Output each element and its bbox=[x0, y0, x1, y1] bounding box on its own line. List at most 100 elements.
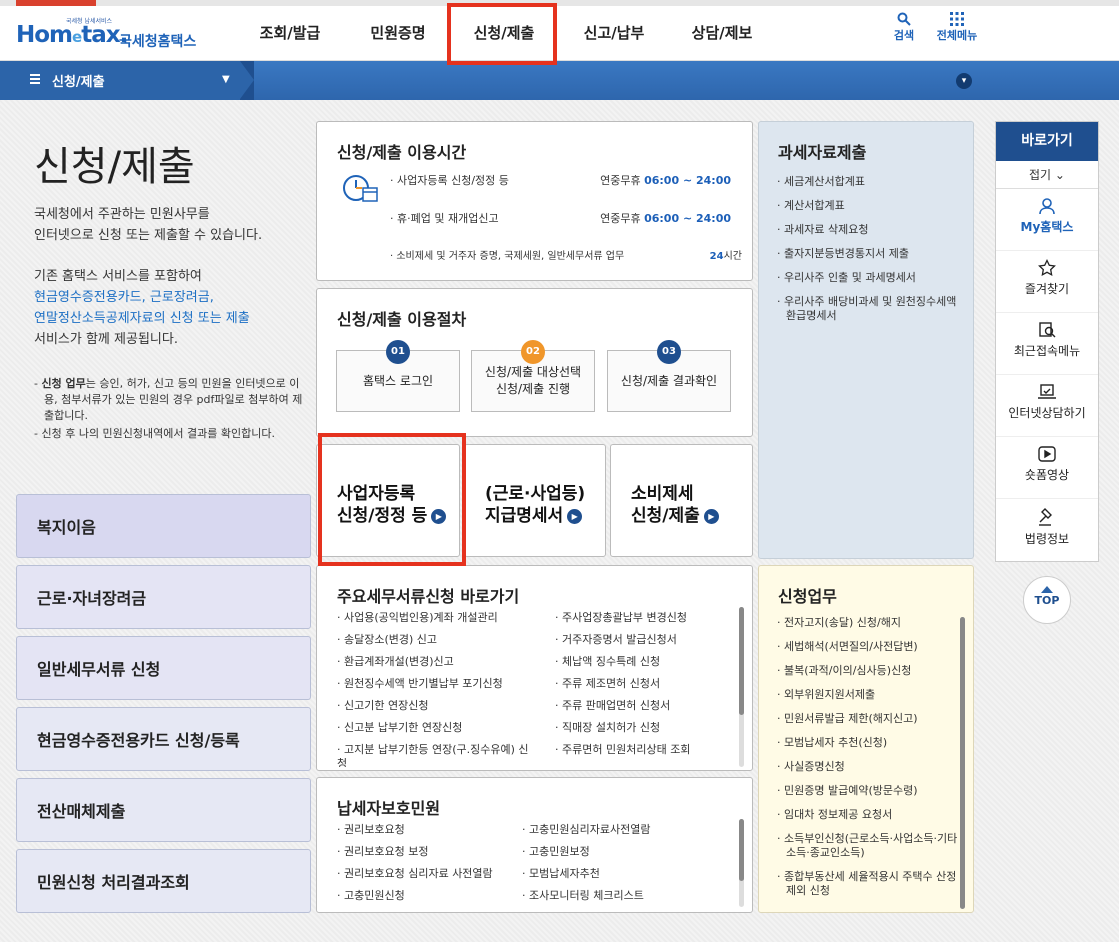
navbar-menu-toggle[interactable]: 신청/제출 ▼ bbox=[0, 61, 254, 100]
apply-scrollbar[interactable] bbox=[960, 617, 965, 909]
protection-link[interactable]: · 고충민원보정 bbox=[522, 841, 732, 863]
doc-link[interactable]: · 송달장소(변경) 신고 bbox=[337, 629, 537, 651]
left-menu-cash-receipt[interactable]: 현금영수증전용카드 신청/등록 bbox=[16, 707, 311, 771]
doc-link[interactable]: · 고지분 납부기한등 연장(구.징수유예) 신청 bbox=[337, 743, 537, 767]
search-button[interactable]: 검색 bbox=[884, 12, 924, 43]
doc-link[interactable]: · 사업용(공익법인용)계좌 개설관리 bbox=[337, 607, 537, 629]
play-icon bbox=[1038, 446, 1056, 462]
protection-link[interactable]: · 모범납세자추천 bbox=[522, 863, 732, 885]
protection-scrollbar[interactable] bbox=[739, 819, 744, 907]
chevron-down-icon[interactable]: ▾ bbox=[956, 73, 972, 89]
logo-wordmark: Hometax. bbox=[16, 22, 128, 48]
doc-link[interactable]: · 환급계좌개설(변경)신고 bbox=[337, 651, 537, 673]
apply-item[interactable]: · 종합부동산세 세율적용시 주택수 산정제외 신청 bbox=[777, 870, 961, 898]
procedure-title: 신청/제출 이용절차 bbox=[337, 310, 467, 329]
doc-link[interactable]: · 주류 판매업면허 신청서 bbox=[555, 695, 735, 717]
apply-item[interactable]: · 사실증명신청 bbox=[777, 755, 961, 779]
quick-shortform-video[interactable]: 숏폼영상 bbox=[996, 437, 1098, 499]
chevron-down-icon: ⌄ bbox=[1054, 168, 1065, 182]
quick-online-consult[interactable]: 인터넷상담하기 bbox=[996, 375, 1098, 437]
tax-data-item[interactable]: · 우리사주 인출 및 과세명세서 bbox=[777, 266, 969, 290]
doc-link[interactable]: · 체납액 징수특례 신청 bbox=[555, 651, 735, 673]
recent-search-icon bbox=[1039, 322, 1056, 338]
doc-link[interactable]: · 거주자증명서 발급신청서 bbox=[555, 629, 735, 651]
gnb-inquiry[interactable]: 조회/발급 bbox=[250, 6, 330, 61]
apply-item[interactable]: · 모범납세자 추천(신청) bbox=[777, 731, 961, 755]
apply-item[interactable]: · 전자고지(송달) 신청/해지 bbox=[777, 611, 961, 635]
quick-my-hometax[interactable]: My홈택스 bbox=[996, 189, 1098, 251]
tax-data-title: 과세자료제출 bbox=[778, 143, 867, 162]
apply-item[interactable]: · 민원증명 발급예약(방문수령) bbox=[777, 779, 961, 803]
doc-link[interactable]: · 주류면허 민원처리상태 조회 bbox=[555, 739, 735, 761]
apply-item[interactable]: · 외부위원지원서제출 bbox=[777, 683, 961, 707]
hours-row-1-time: 연중무휴 06:00 ~ 24:00 bbox=[600, 174, 731, 187]
doc-link[interactable]: · 원천징수세액 반기별납부 포기신청 bbox=[337, 673, 537, 695]
apply-list: · 전자고지(송달) 신청/해지 · 세법해석(서면질의/사전답변) · 불복(… bbox=[777, 611, 961, 911]
hours-row-3-time: 24시간 bbox=[709, 251, 742, 262]
protection-link[interactable]: · 고충민원신청 bbox=[337, 885, 517, 907]
all-menu-label: 전체메뉴 bbox=[936, 29, 978, 42]
quick-law-info[interactable]: 법령정보 bbox=[996, 499, 1098, 561]
left-menu-result-inquiry[interactable]: 민원신청 처리결과조회 bbox=[16, 849, 311, 913]
logo-korean: 국세청홈택스 bbox=[119, 34, 197, 50]
left-menu-general-docs[interactable]: 일반세무서류 신청 bbox=[16, 636, 311, 700]
left-menu-electronic-media[interactable]: 전산매체제출 bbox=[16, 778, 311, 842]
apply-item[interactable]: · 민원서류발급 제한(해지신고) bbox=[777, 707, 961, 731]
clock-calendar-icon bbox=[343, 175, 378, 202]
tax-data-item[interactable]: · 세금계산서합계표 bbox=[777, 170, 969, 194]
hometax-logo[interactable]: 국세청 납세서비스 Hometax. 국세청홈택스 bbox=[16, 16, 206, 52]
hamburger-icon bbox=[30, 74, 40, 84]
fold-button[interactable]: 접기 ⌄ bbox=[996, 161, 1098, 189]
doc-link[interactable]: · 신고분 납부기한 연장신청 bbox=[337, 717, 537, 739]
consumption-tax-button[interactable]: 소비제세 신청/제출 ▶ bbox=[610, 444, 753, 557]
tax-data-item[interactable]: · 계산서합계표 bbox=[777, 194, 969, 218]
protection-link[interactable]: · 권리보호요청 bbox=[337, 819, 517, 841]
protection-link[interactable]: · 조사모니터링 체크리스트 bbox=[522, 885, 732, 907]
quick-recent-menu[interactable]: 최근접속메뉴 bbox=[996, 313, 1098, 375]
doc-link[interactable]: · 주사업장총괄납부 변경신청 bbox=[555, 607, 735, 629]
arrow-right-icon: ▶ bbox=[567, 508, 583, 524]
quick-menu-title: 바로가기 bbox=[996, 122, 1098, 161]
all-menu-button[interactable]: 전체메뉴 bbox=[934, 12, 980, 43]
highlight-box bbox=[318, 433, 466, 566]
triangle-up-icon bbox=[1041, 586, 1053, 593]
scroll-top-button[interactable]: TOP bbox=[1023, 576, 1071, 624]
protection-link[interactable]: · 권리보호요청 보정 bbox=[337, 841, 517, 863]
quick-menu: 바로가기 접기 ⌄ My홈택스 즐겨찾기 최근접속메뉴 인터넷상담하기 숏폼영상… bbox=[995, 121, 1099, 562]
protection-link[interactable]: · 권리보호요청 심리자료 사전열람 bbox=[337, 863, 517, 885]
protection-col-1: · 권리보호요청 · 권리보호요청 보정 · 권리보호요청 심리자료 사전열람 … bbox=[337, 819, 517, 907]
hours-row-3-label: · 소비제세 및 거주자 증명, 국제세원, 일반세무서류 업무 bbox=[390, 251, 625, 262]
star-icon bbox=[1038, 259, 1056, 277]
tax-data-item[interactable]: · 출자지분등변경통지서 제출 bbox=[777, 242, 969, 266]
protection-link[interactable]: · 고충민원심리자료사전열람 bbox=[522, 819, 732, 841]
page-description-2: 기존 홈택스 서비스를 포함하여 현금영수증전용카드, 근로장려금, 연말정산소… bbox=[34, 269, 250, 347]
step-2-number: 02 bbox=[521, 340, 545, 364]
main-docs-title: 주요세무서류신청 바로가기 bbox=[337, 587, 520, 606]
gnb-report-pay[interactable]: 신고/납부 bbox=[572, 6, 656, 61]
doc-link[interactable]: · 주류 제조면허 신청서 bbox=[555, 673, 735, 695]
caret-down-icon: ▼ bbox=[222, 74, 230, 85]
page-title: 신청/제출 bbox=[34, 144, 195, 190]
apply-item[interactable]: · 불복(과적/이의/심사등)신청 bbox=[777, 659, 961, 683]
apply-item[interactable]: · 임대차 정보제공 요청서 bbox=[777, 803, 961, 827]
left-menu-welfare[interactable]: 복지이음 bbox=[16, 494, 311, 558]
laptop-icon bbox=[1038, 384, 1056, 399]
doc-link[interactable]: · 신고기한 연장신청 bbox=[337, 695, 537, 717]
doc-link[interactable]: · 직매장 설치허가 신청 bbox=[555, 717, 735, 739]
tax-data-item[interactable]: · 과세자료 삭제요청 bbox=[777, 218, 969, 242]
search-label: 검색 bbox=[893, 29, 915, 42]
gnb-consult[interactable]: 상담/제보 bbox=[682, 6, 762, 61]
hours-row-2-label: · 휴·폐업 및 재개업신고 bbox=[390, 212, 499, 225]
sub-navbar: 신청/제출 ▼ ▾ bbox=[0, 61, 1119, 100]
tax-data-item[interactable]: · 우리사주 배당비과세 및 원천징수세액 환급명세서 bbox=[777, 295, 969, 323]
apply-item[interactable]: · 소득부인신청(근로소득·사업소득·기타소득·종교인소득) bbox=[777, 832, 961, 860]
quick-favorites[interactable]: 즐겨찾기 bbox=[996, 251, 1098, 313]
main-docs-scrollbar[interactable] bbox=[739, 607, 744, 767]
hours-row-2-time: 연중무휴 06:00 ~ 24:00 bbox=[600, 212, 731, 225]
gnb-certificate[interactable]: 민원증명 bbox=[356, 6, 440, 61]
gnb-highlight-box bbox=[447, 3, 557, 65]
payment-statement-button[interactable]: (근로·사업등) 지급명세서 ▶ bbox=[464, 444, 606, 557]
left-menu-earned-income[interactable]: 근로·자녀장려금 bbox=[16, 565, 311, 629]
apply-item[interactable]: · 세법해석(서면질의/사전답변) bbox=[777, 635, 961, 659]
gavel-icon bbox=[1039, 508, 1052, 526]
